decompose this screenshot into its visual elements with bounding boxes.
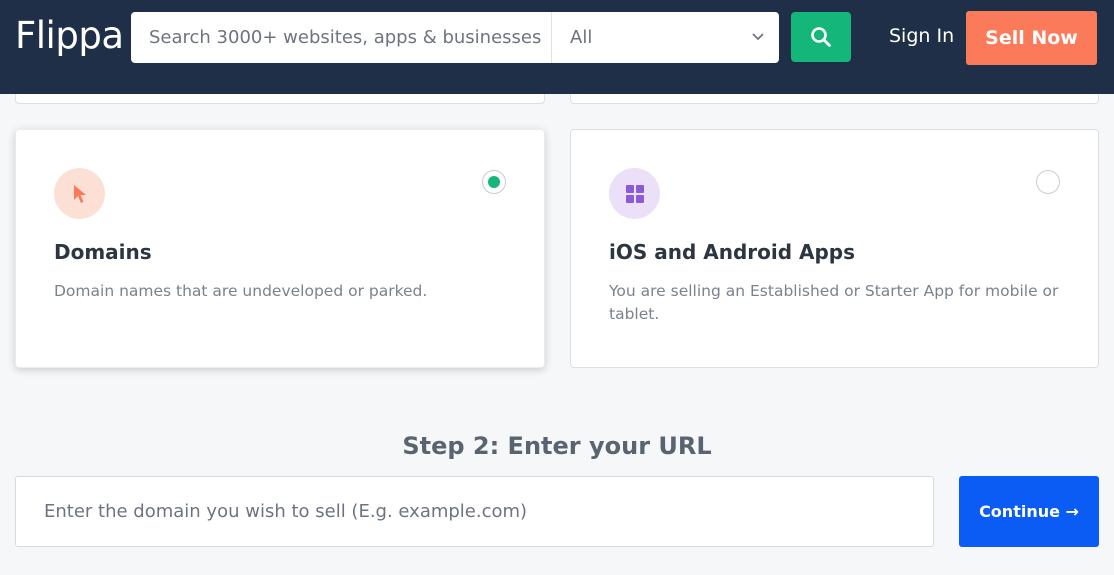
search-bar: All (131, 12, 779, 63)
card-fragment-right (570, 94, 1099, 104)
domains-icon-badge (54, 168, 105, 219)
domain-url-input[interactable] (15, 476, 934, 547)
listing-type-card-apps[interactable]: iOS and Android Apps You are selling an … (570, 129, 1099, 368)
listing-type-card-domains[interactable]: Domains Domain names that are undevelope… (15, 129, 545, 368)
step-2-heading: Step 2: Enter your URL (402, 432, 712, 460)
sign-in-link[interactable]: Sign In (889, 25, 954, 47)
chevron-down-icon (752, 33, 764, 41)
grid-icon (625, 184, 644, 203)
search-icon (811, 27, 831, 47)
top-navbar: Flippa All Sign In Sell Now (0, 0, 1114, 94)
card-description: Domain names that are undeveloped or par… (54, 282, 428, 300)
card-title: Domains (54, 240, 152, 264)
radio-domains[interactable] (482, 170, 506, 194)
category-select-value: All (570, 27, 593, 48)
radio-apps[interactable] (1036, 170, 1060, 194)
continue-button[interactable]: Continue → (959, 476, 1099, 547)
cursor-icon (73, 184, 86, 203)
search-input[interactable] (131, 12, 551, 63)
sell-now-button[interactable]: Sell Now (966, 11, 1097, 65)
flippa-logo[interactable]: Flippa (15, 14, 124, 57)
search-button[interactable] (791, 12, 851, 62)
card-fragment-left (15, 94, 545, 104)
category-select[interactable]: All (552, 12, 779, 63)
card-title: iOS and Android Apps (609, 240, 856, 264)
apps-icon-badge (609, 168, 660, 219)
card-description: You are selling an Established or Starte… (609, 282, 1059, 323)
